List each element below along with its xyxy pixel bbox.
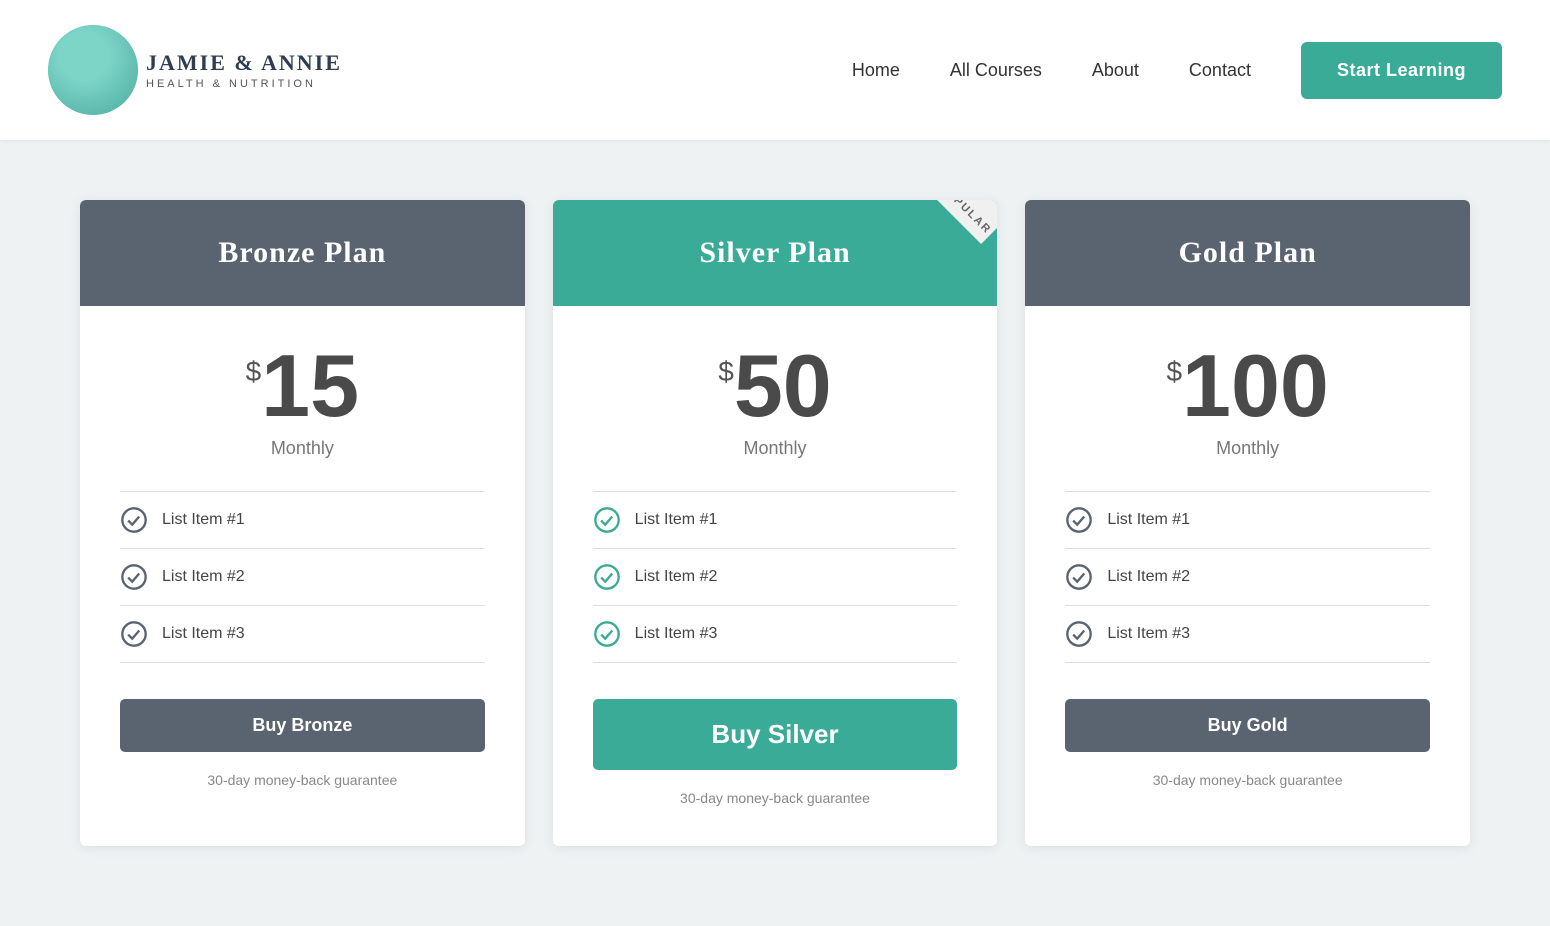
bronze-feature-3: List Item #3 xyxy=(120,606,485,663)
gold-feature-3: List Item #3 xyxy=(1065,606,1430,663)
bronze-feature-2: List Item #2 xyxy=(120,549,485,606)
bronze-plan-card: Bronze Plan $ 15 Monthly List Item #1 xyxy=(80,200,525,846)
main-nav: Home All Courses About Contact Start Lea… xyxy=(852,42,1502,99)
silver-guarantee: 30-day money-back guarantee xyxy=(680,790,870,806)
pricing-section: Bronze Plan $ 15 Monthly List Item #1 xyxy=(0,140,1550,926)
nav-all-courses[interactable]: All Courses xyxy=(950,60,1042,81)
check-icon xyxy=(120,620,148,648)
silver-plan-body: $ 50 Monthly List Item #1 List Item #2 xyxy=(553,306,998,846)
logo-circle xyxy=(48,25,138,115)
bronze-plan-body: $ 15 Monthly List Item #1 List Item #2 xyxy=(80,306,525,846)
bronze-price-symbol: $ xyxy=(246,356,262,388)
check-icon xyxy=(1065,506,1093,534)
nav-about[interactable]: About xyxy=(1092,60,1139,81)
buy-silver-button[interactable]: Buy Silver xyxy=(593,699,958,770)
silver-feature-3: List Item #3 xyxy=(593,606,958,663)
gold-plan-card: Gold Plan $ 100 Monthly List Item #1 xyxy=(1025,200,1470,846)
gold-plan-header: Gold Plan xyxy=(1025,200,1470,306)
gold-feature-1: List Item #1 xyxy=(1065,491,1430,549)
buy-gold-button[interactable]: Buy Gold xyxy=(1065,699,1430,752)
silver-plan-title: Silver Plan xyxy=(699,236,850,269)
silver-feature-2: List Item #2 xyxy=(593,549,958,606)
buy-bronze-button[interactable]: Buy Bronze xyxy=(120,699,485,752)
bronze-price-number: 15 xyxy=(261,342,359,430)
site-header: JAMIE & ANNIE HEALTH & NUTRITION Home Al… xyxy=(0,0,1550,140)
start-learning-button[interactable]: Start Learning xyxy=(1301,42,1502,99)
popular-badge: POPULAR xyxy=(925,200,998,244)
nav-contact[interactable]: Contact xyxy=(1189,60,1251,81)
check-icon xyxy=(120,563,148,591)
silver-price-row: $ 50 xyxy=(718,342,831,430)
gold-price-number: 100 xyxy=(1182,342,1329,430)
bronze-features-list: List Item #1 List Item #2 List Item #3 xyxy=(120,491,485,663)
gold-feature-2: List Item #2 xyxy=(1065,549,1430,606)
silver-plan-header: Silver Plan POPULAR xyxy=(553,200,998,306)
gold-price-symbol: $ xyxy=(1166,356,1182,388)
logo-sub-text: HEALTH & NUTRITION xyxy=(146,78,342,90)
silver-plan-card: Silver Plan POPULAR $ 50 Monthly List It… xyxy=(553,200,998,846)
check-icon xyxy=(593,620,621,648)
check-icon xyxy=(1065,620,1093,648)
gold-price-period: Monthly xyxy=(1216,438,1279,459)
silver-price-symbol: $ xyxy=(718,356,734,388)
bronze-guarantee: 30-day money-back guarantee xyxy=(207,772,397,788)
bronze-price-period: Monthly xyxy=(271,438,334,459)
bronze-plan-header: Bronze Plan xyxy=(80,200,525,306)
check-icon xyxy=(593,563,621,591)
silver-feature-1: List Item #1 xyxy=(593,491,958,549)
silver-features-list: List Item #1 List Item #2 List Item #3 xyxy=(593,491,958,663)
gold-plan-body: $ 100 Monthly List Item #1 List Item #2 xyxy=(1025,306,1470,846)
check-icon xyxy=(1065,563,1093,591)
logo-text: JAMIE & ANNIE HEALTH & NUTRITION xyxy=(146,50,342,90)
gold-guarantee: 30-day money-back guarantee xyxy=(1153,772,1343,788)
check-icon xyxy=(120,506,148,534)
gold-price-row: $ 100 xyxy=(1166,342,1328,430)
logo: JAMIE & ANNIE HEALTH & NUTRITION xyxy=(48,25,342,115)
nav-home[interactable]: Home xyxy=(852,60,900,81)
bronze-plan-title: Bronze Plan xyxy=(218,236,386,269)
silver-price-number: 50 xyxy=(734,342,832,430)
check-icon xyxy=(593,506,621,534)
bronze-price-row: $ 15 xyxy=(246,342,359,430)
logo-main-text: JAMIE & ANNIE xyxy=(146,50,342,76)
silver-price-period: Monthly xyxy=(743,438,806,459)
gold-features-list: List Item #1 List Item #2 List Item #3 xyxy=(1065,491,1430,663)
bronze-feature-1: List Item #1 xyxy=(120,491,485,549)
gold-plan-title: Gold Plan xyxy=(1179,236,1317,269)
